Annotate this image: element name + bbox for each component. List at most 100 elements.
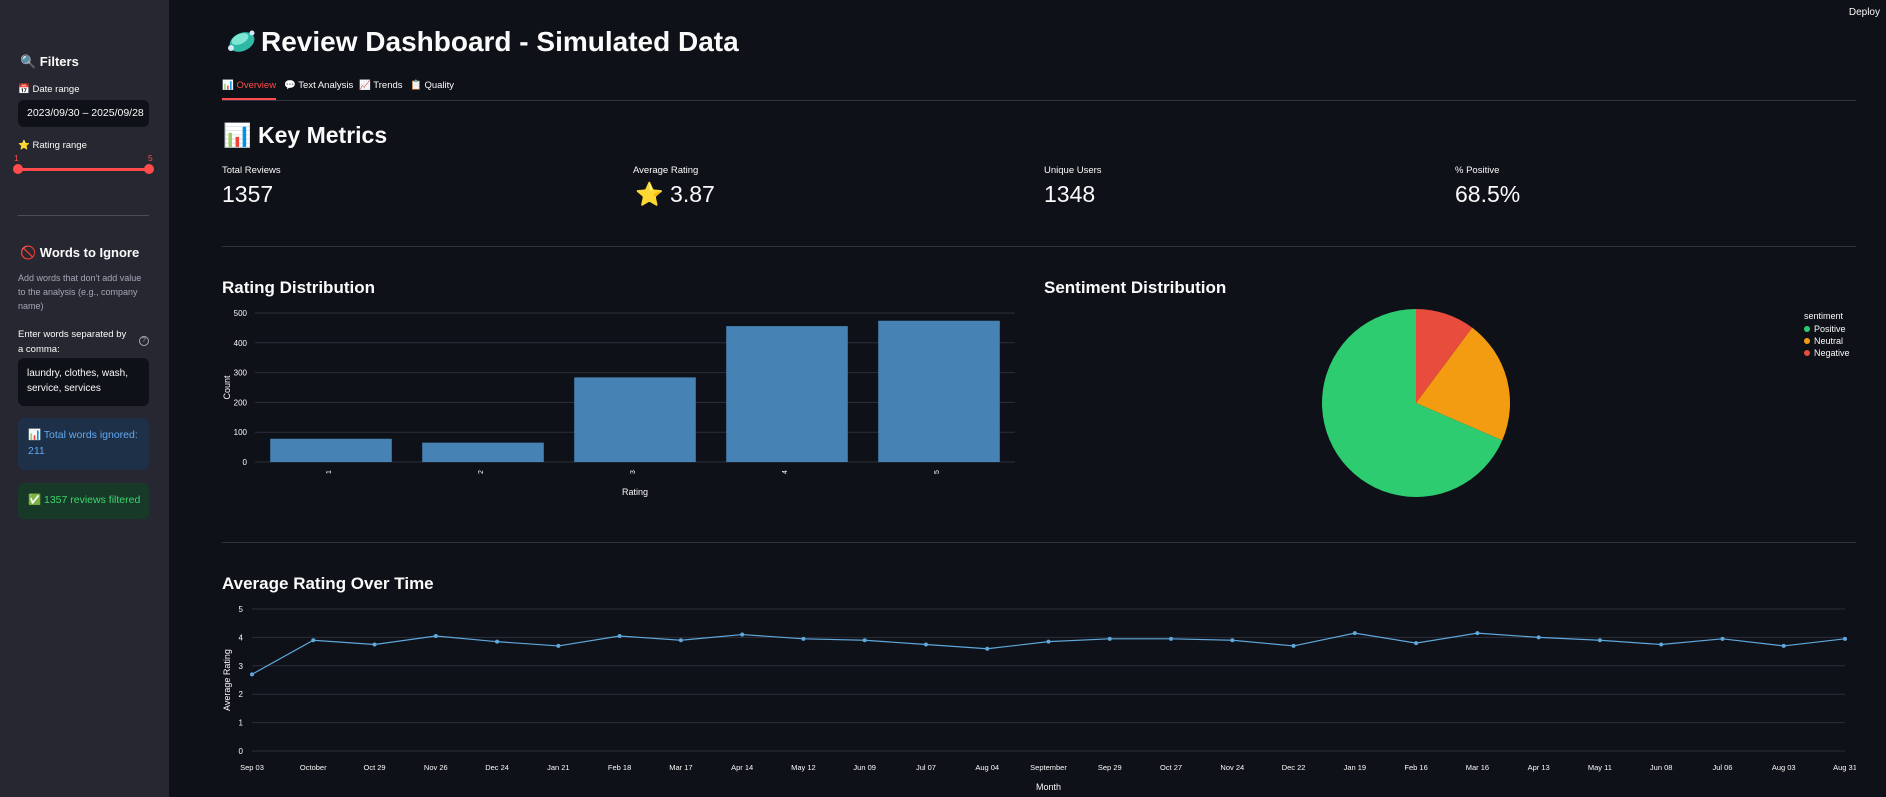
line-x-tick-label: Feb 18 [608, 763, 631, 772]
line-x-tick-label: Sep 03 [240, 763, 264, 772]
rating-distribution-chart: 0 100 200 300 400 500 1 2 3 4 5 Rating Count [222, 309, 1015, 497]
line-point[interactable] [1291, 643, 1296, 648]
line-point[interactable] [1597, 638, 1602, 643]
bar-rating-3[interactable] [574, 377, 696, 462]
line-point[interactable] [740, 632, 745, 637]
metric-average-rating-label: Average Rating [633, 165, 699, 176]
ignored-words-textarea[interactable]: laundry, clothes, wash, service, service… [18, 358, 149, 406]
pie-legend-swatch [1804, 338, 1810, 344]
pie-legend-title: sentiment [1804, 311, 1844, 321]
pie-legend-label[interactable]: Positive [1814, 324, 1846, 334]
line-point[interactable] [311, 638, 316, 643]
bar-y-tick-label: 100 [234, 428, 248, 437]
line-y-tick-label: 3 [239, 662, 244, 671]
rating-slider-max-handle[interactable] [144, 164, 154, 174]
bar-rating-2[interactable] [422, 442, 544, 462]
tab-overview[interactable]: 📊 Overview [222, 80, 277, 100]
line-point[interactable] [1720, 636, 1725, 641]
line-point[interactable] [1475, 631, 1480, 636]
line-x-tick-label: Jul 07 [916, 763, 936, 772]
filters-heading: 🔍 Filters [20, 54, 79, 69]
tabs-divider [222, 100, 1856, 101]
rating-slider-track[interactable] [18, 168, 149, 171]
rating-distribution-title: Rating Distribution [222, 278, 375, 297]
line-point[interactable] [433, 633, 438, 638]
bar-y-tick-label: 300 [234, 369, 248, 378]
line-y-tick-label: 5 [239, 605, 244, 614]
sidebar: 🔍 Filters 📅 Date range 2023/09/30 – 2025… [0, 0, 169, 797]
bar-y-tick-label: 500 [234, 309, 248, 318]
bar-rating-5[interactable] [878, 320, 1000, 462]
line-point[interactable] [617, 633, 622, 638]
bar-y-tick-label: 400 [234, 339, 248, 348]
sidebar-divider [18, 215, 149, 216]
line-point[interactable] [1659, 642, 1664, 647]
help-icon[interactable]: ? [139, 336, 149, 346]
line-point[interactable] [1536, 635, 1541, 640]
bar-rating-4[interactable] [726, 326, 848, 462]
words-input-label: Enter words separated by a comma: [18, 329, 127, 355]
metric-unique-users-label: Unique Users [1044, 165, 1102, 176]
line-point[interactable] [1352, 631, 1357, 636]
metric-percent-positive-label: % Positive [1455, 165, 1500, 176]
line-y-axis-label: Average Rating [222, 649, 232, 711]
line-point[interactable] [1230, 638, 1235, 643]
line-x-tick-label: Jul 06 [1712, 763, 1732, 772]
line-x-tick-label: Jan 21 [547, 763, 570, 772]
tab-trends[interactable]: 📈 Trends [359, 80, 403, 100]
rating-range-label: ⭐ Rating range [18, 140, 87, 151]
bar-rating-1[interactable] [270, 438, 392, 462]
metric-average-rating-value: ⭐ 3.87 [635, 181, 715, 207]
page-title-text: Review Dashboard - Simulated Data [261, 26, 739, 57]
pie-legend-label[interactable]: Negative [1814, 348, 1850, 358]
line-point[interactable] [862, 638, 867, 643]
line-point[interactable] [923, 642, 928, 647]
line-y-tick-label: 2 [239, 690, 244, 699]
line-x-tick-label: May 12 [791, 763, 816, 772]
metric-unique-users-value: 1348 [1044, 181, 1096, 207]
tab-text-analysis[interactable]: 💬 Text Analysis [284, 80, 353, 100]
line-point[interactable] [678, 638, 683, 643]
reviews-filtered-success: ✅ 1357 reviews filtered [18, 483, 149, 519]
date-range-label: 📅 Date range [18, 84, 80, 95]
line-point[interactable] [801, 636, 806, 641]
bar-y-tick-label: 0 [243, 458, 248, 467]
bar-y-axis-label: Count [222, 375, 232, 400]
line-point[interactable] [495, 639, 500, 644]
line-point[interactable] [1169, 636, 1174, 641]
line-point[interactable] [1781, 643, 1786, 648]
line-point[interactable] [1414, 641, 1419, 646]
bar-x-tick-label: 2 [478, 470, 485, 474]
pie-legend-swatch [1804, 350, 1810, 356]
line-x-tick-label: September [1030, 763, 1067, 772]
line-point[interactable] [1843, 636, 1847, 641]
rating-slider-min-handle[interactable] [13, 164, 23, 174]
rating-slider-min-value: 1 [14, 153, 19, 163]
date-range-input[interactable]: 2023/09/30 – 2025/09/28 [18, 100, 149, 127]
deploy-button[interactable]: Deploy [1849, 7, 1880, 18]
line-point[interactable] [1107, 636, 1112, 641]
line-x-tick-label: October [300, 763, 327, 772]
pie-legend-label[interactable]: Neutral [1814, 336, 1843, 346]
page-title: Review Dashboard - Simulated Data [225, 26, 739, 58]
metrics-divider [222, 246, 1856, 247]
bar-x-tick-label: 1 [326, 470, 333, 474]
average-rating-over-time-title: Average Rating Over Time [222, 574, 434, 593]
line-x-tick-label: Jun 09 [853, 763, 876, 772]
line-point[interactable] [985, 646, 990, 651]
line-point[interactable] [250, 672, 254, 677]
line-x-tick-label: May 11 [1588, 763, 1612, 772]
line-y-tick-label: 1 [239, 719, 244, 728]
line-point[interactable] [372, 642, 377, 647]
average-rating-over-time-chart: 0 1 2 3 4 5 Sep 03 October Oct 29 Nov 26 Dec 24 Jan… [222, 605, 1856, 792]
words-to-ignore-help: Add words that don't add value to the an… [18, 273, 142, 311]
line-point[interactable] [1046, 639, 1051, 644]
tab-bar: 📊 Overview 💬 Text Analysis 📈 Trends 📋 Qu… [222, 80, 1856, 100]
line-x-tick-label: Jan 19 [1344, 763, 1367, 772]
tab-quality[interactable]: 📋 Quality [410, 80, 454, 100]
pie-legend-swatch [1804, 326, 1810, 332]
line-x-tick-label: Aug 03 [1772, 763, 1796, 772]
line-x-tick-label: Sep 29 [1098, 763, 1122, 772]
line-point[interactable] [556, 643, 561, 648]
bar-x-tick-label: 5 [934, 470, 941, 474]
